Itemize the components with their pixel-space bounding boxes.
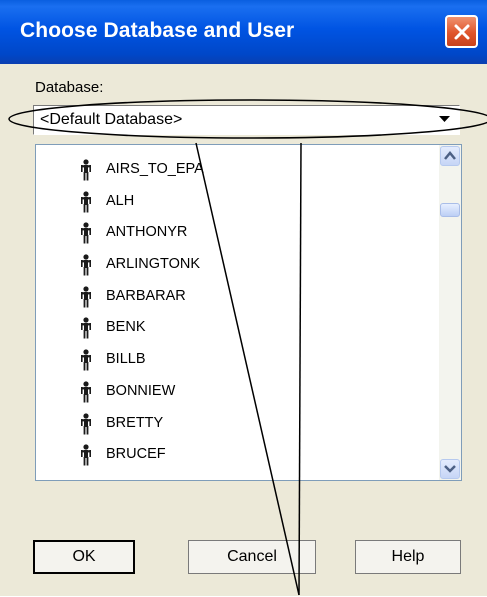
callout-ellipse: [8, 99, 487, 139]
callout-line: [195, 142, 300, 596]
callout-line: [298, 142, 302, 596]
callout-annotation: [8, 99, 487, 596]
